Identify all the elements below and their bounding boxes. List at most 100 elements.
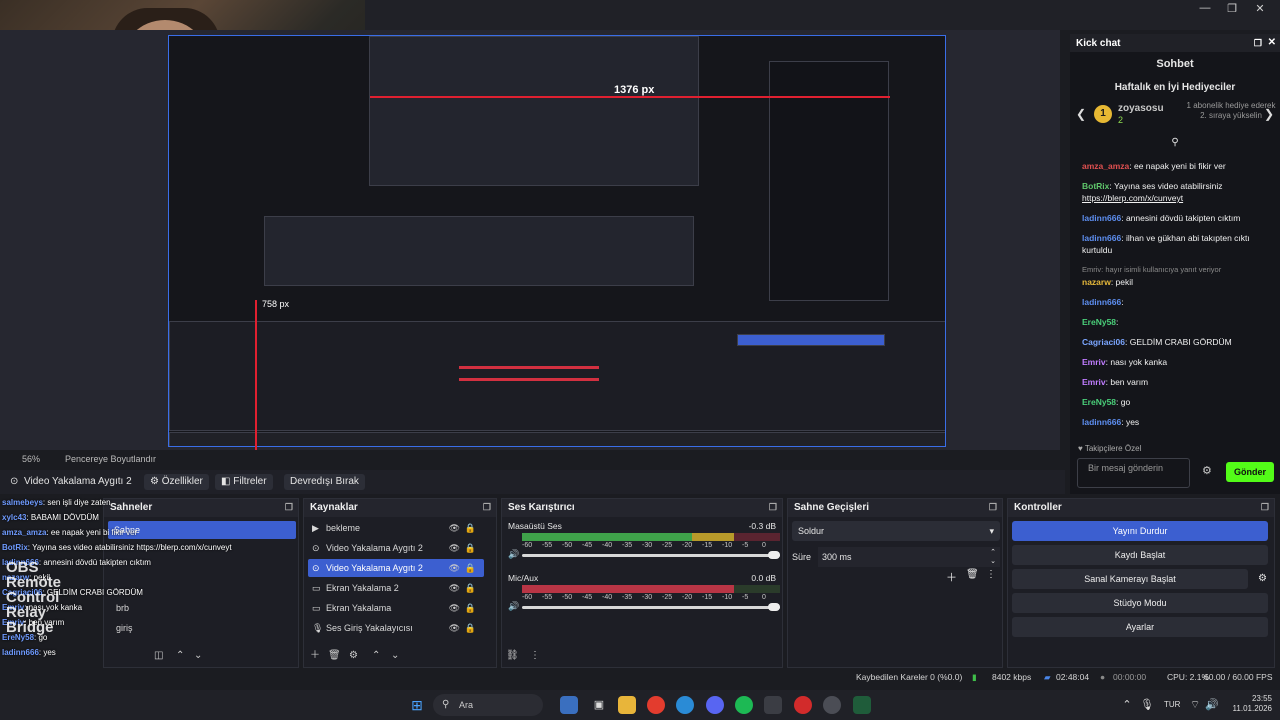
chat-username[interactable]: ladinn666 — [1082, 233, 1121, 243]
scene-item[interactable]: brb — [108, 599, 296, 617]
chevron-down-icon[interactable]: ⌄ — [194, 650, 202, 661]
lock-icon[interactable]: 🔒 — [465, 579, 476, 597]
minimize-icon[interactable]: — — [1190, 2, 1220, 16]
source-item[interactable]: ⊙ Video Yakalama Aygıtı 2 👁 🔒 — [308, 559, 484, 577]
chevron-up-icon[interactable]: ⌃ — [176, 650, 184, 661]
chat-username[interactable]: Emriv — [1082, 377, 1106, 387]
microphone-icon[interactable]: 🎙 — [1138, 696, 1156, 714]
zoom-level[interactable]: 56% — [22, 454, 40, 464]
source-item[interactable]: ⊙ Video Yakalama Aygıtı 2 👁 🔒 — [308, 539, 484, 557]
obs-icon[interactable] — [823, 696, 841, 714]
trash-icon[interactable]: 🗑 — [966, 569, 979, 580]
opera-icon[interactable] — [794, 696, 812, 714]
chrome-icon[interactable] — [647, 696, 665, 714]
discord-icon[interactable] — [706, 696, 724, 714]
source-item[interactable]: ▭ Ekran Yakalama 2 👁 🔒 — [308, 579, 484, 597]
duration-input[interactable]: 300 ms ⌃ ⌄ — [818, 547, 1000, 567]
start-virtual-camera-button[interactable]: Sanal Kamerayı Başlat — [1012, 569, 1248, 589]
speaker-icon[interactable]: 🔊 — [508, 601, 519, 612]
filters-button[interactable]: ◧ Filtreler — [215, 474, 273, 490]
gear-icon[interactable]: ⚙ — [1202, 464, 1212, 477]
gifter-name[interactable]: zoyasosu — [1118, 103, 1164, 114]
source-item[interactable]: 🎙 Ses Giriş Yakalayıcısı 👁 🔒 — [308, 619, 484, 637]
transition-type-select[interactable]: Soldur ▾ — [792, 521, 1000, 541]
slider-knob[interactable] — [768, 551, 780, 559]
chat-username[interactable]: BotRix — [1082, 181, 1109, 191]
steam-icon[interactable] — [764, 696, 782, 714]
edge-icon[interactable] — [676, 696, 694, 714]
chat-username[interactable]: nazarw — [1082, 277, 1111, 287]
send-button[interactable]: Gönder — [1226, 462, 1274, 482]
folder-icon[interactable] — [618, 696, 636, 714]
chat-link[interactable]: https://blerp.com/x/cunveyt — [1082, 193, 1183, 203]
chat-username[interactable]: EreNy58 — [1082, 397, 1116, 407]
more-icon[interactable]: ⋮ — [530, 650, 540, 661]
visibility-icon[interactable]: 👁 — [449, 539, 460, 557]
deactivate-button[interactable]: Devredışı Bırak — [284, 474, 365, 490]
trash-icon[interactable]: 🗑 — [328, 650, 341, 661]
more-icon[interactable]: ⋮ — [986, 569, 996, 580]
chevron-up-icon[interactable]: ⌃ — [1118, 696, 1136, 714]
float-icon[interactable]: ❐ — [989, 502, 997, 513]
chevron-down-icon[interactable]: ⌄ — [391, 650, 399, 661]
app-icon[interactable] — [853, 696, 871, 714]
chat-username[interactable]: ladinn666 — [1082, 297, 1121, 307]
chat-username[interactable]: ladinn666 — [1082, 213, 1121, 223]
visibility-icon[interactable]: 👁 — [449, 599, 460, 617]
speaker-icon[interactable]: 🔊 — [508, 549, 519, 560]
slider-knob[interactable] — [768, 603, 780, 611]
task-view-icon[interactable]: ▣ — [590, 696, 608, 714]
start-recording-button[interactable]: Kaydı Başlat — [1012, 545, 1268, 565]
scene-item[interactable]: giriş — [108, 619, 296, 637]
chat-username[interactable]: amza_amza — [1082, 161, 1129, 171]
lock-icon[interactable]: 🔒 — [465, 599, 476, 617]
visibility-icon[interactable]: 👁 — [449, 519, 460, 537]
lock-icon[interactable]: 🔒 — [465, 539, 476, 557]
chevron-right-icon[interactable]: ❯ — [1264, 107, 1274, 121]
maximize-icon[interactable]: ❐ — [1217, 2, 1247, 16]
add-icon[interactable]: ＋ — [946, 569, 957, 585]
close-icon[interactable]: ✕ — [1268, 37, 1276, 48]
app-icon[interactable] — [560, 696, 578, 714]
float-icon[interactable]: ❐ — [1254, 38, 1262, 49]
float-icon[interactable]: ❐ — [769, 502, 777, 513]
language-indicator[interactable]: TUR — [1164, 700, 1180, 709]
gear-icon[interactable]: ⚙ — [1258, 573, 1267, 584]
pin-icon[interactable]: ⚲ — [1070, 137, 1280, 148]
stepper-icon[interactable]: ⌃ ⌄ — [990, 548, 996, 566]
settings-button[interactable]: Ayarlar — [1012, 617, 1268, 637]
volume-slider[interactable] — [522, 551, 780, 559]
lock-icon[interactable]: 🔒 — [465, 559, 476, 577]
clock[interactable]: 23:55 11.01.2026 — [1222, 694, 1272, 714]
float-icon[interactable]: ❐ — [1261, 502, 1269, 513]
chat-username[interactable]: Emriv — [1082, 357, 1106, 367]
taskbar-search[interactable]: ⚲ Ara — [433, 694, 543, 716]
link-icon[interactable]: ⛓ — [506, 650, 519, 661]
chevron-up-icon[interactable]: ⌃ — [372, 650, 380, 661]
spotify-icon[interactable] — [735, 696, 753, 714]
chat-username[interactable]: EreNy58 — [1082, 317, 1116, 327]
float-icon[interactable]: ❐ — [285, 502, 293, 513]
visibility-icon[interactable]: 👁 — [449, 619, 460, 637]
add-icon[interactable]: ＋ — [310, 646, 320, 661]
close-icon[interactable]: ✕ — [1245, 2, 1275, 16]
filter-icon[interactable]: ◫ — [154, 650, 163, 661]
windows-start-icon[interactable]: ⊞ — [408, 696, 426, 714]
fit-to-window-dropdown[interactable]: Pencereye Boyutlandır — [65, 454, 156, 464]
lock-icon[interactable]: 🔒 — [465, 519, 476, 537]
chat-username[interactable]: Cagriaci06 — [1082, 337, 1125, 347]
visibility-icon[interactable]: 👁 — [449, 559, 460, 577]
float-icon[interactable]: ❐ — [483, 502, 491, 513]
source-item[interactable]: ▭ Ekran Yakalama 👁 🔒 — [308, 599, 484, 617]
source-item[interactable]: ▶ bekleme 👁 🔒 — [308, 519, 484, 537]
gear-icon[interactable]: ⚙ — [349, 650, 358, 661]
visibility-icon[interactable]: 👁 — [449, 579, 460, 597]
stop-stream-button[interactable]: Yayını Durdur — [1012, 521, 1268, 541]
volume-icon[interactable]: 🔊 — [1203, 696, 1221, 714]
chat-username[interactable]: ladinn666 — [1082, 417, 1121, 427]
wifi-icon[interactable]: ⌔ — [1186, 696, 1204, 714]
studio-mode-button[interactable]: Stüdyo Modu — [1012, 593, 1268, 613]
volume-slider[interactable] — [522, 603, 780, 611]
lock-icon[interactable]: 🔒 — [465, 619, 476, 637]
chat-message-input[interactable]: Bir mesaj gönderin — [1077, 458, 1190, 488]
